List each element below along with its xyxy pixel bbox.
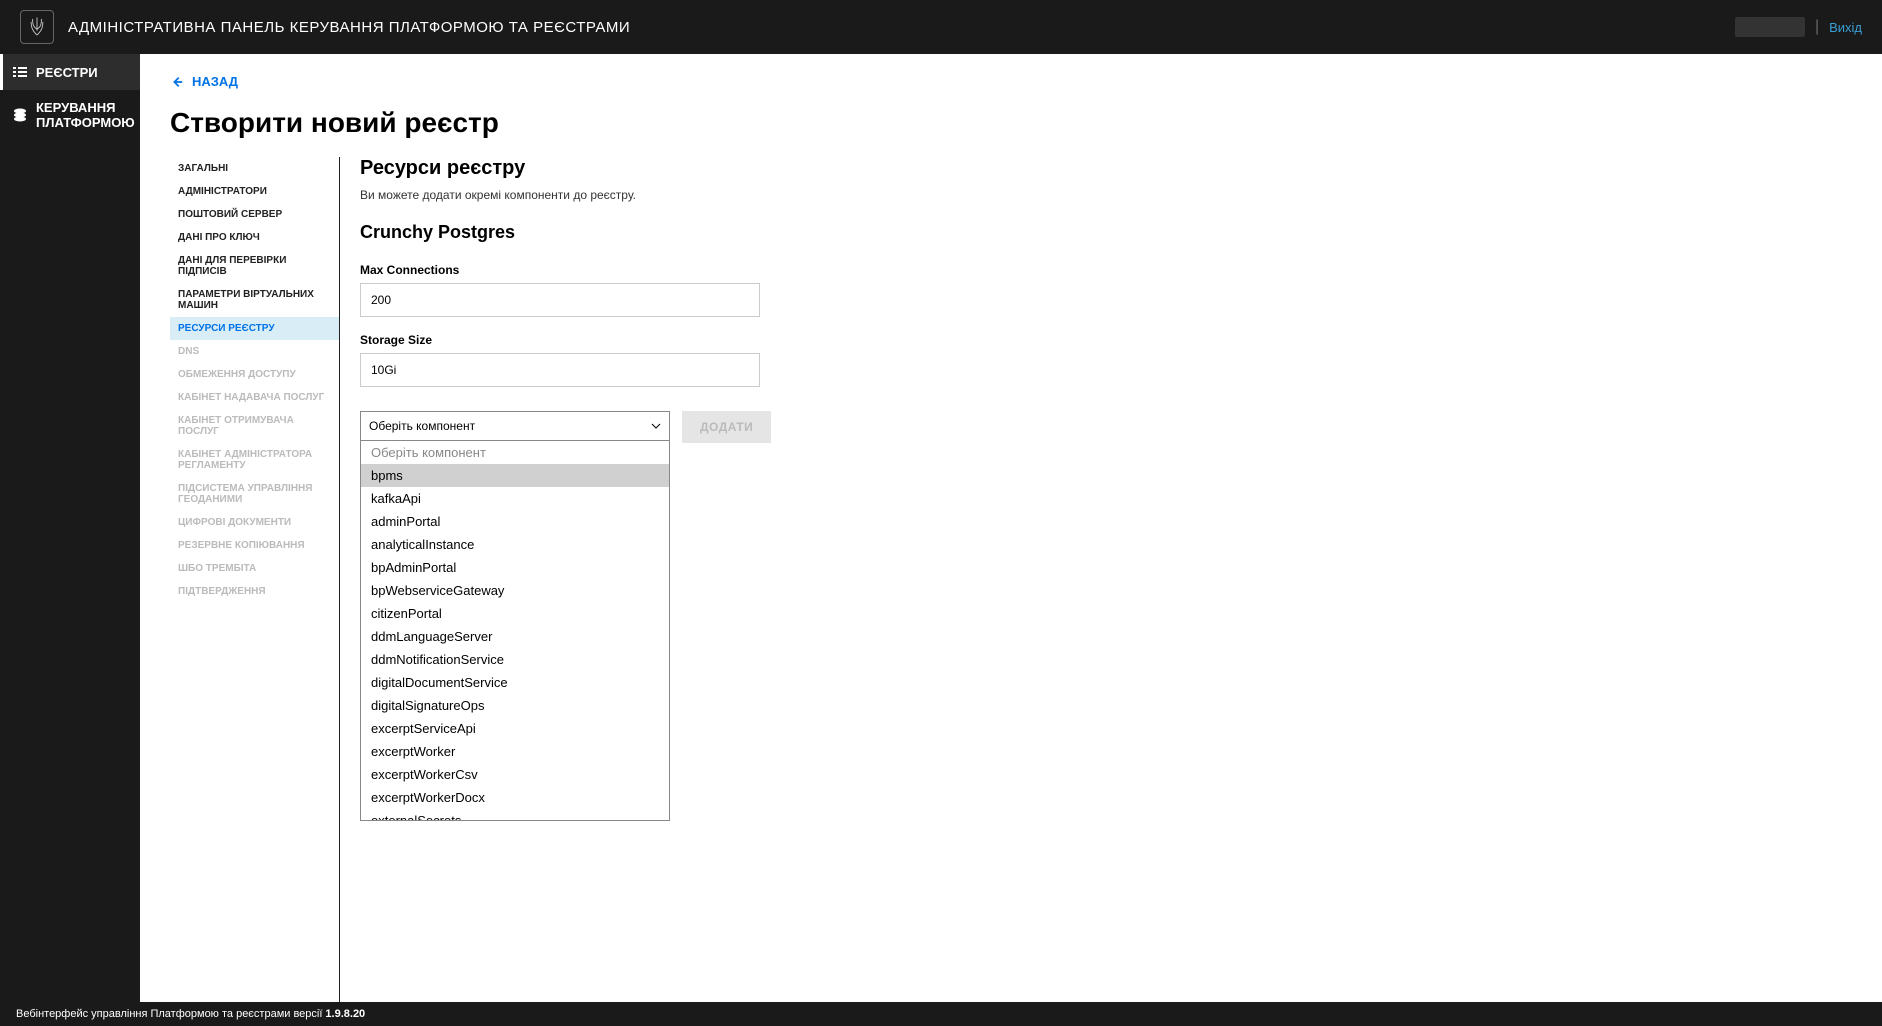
max-connections-label: Max Connections [360, 263, 1852, 277]
form-area: Ресурси реєстру Ви можете додати окремі … [360, 157, 1852, 1002]
step-item-1[interactable]: АДМІНІСТРАТОРИ [170, 180, 339, 203]
dropdown-option-analyticalInstance[interactable]: analyticalInstance [361, 533, 669, 556]
dropdown-option-adminPortal[interactable]: adminPortal [361, 510, 669, 533]
app-header: АДМІНІСТРАТИВНА ПАНЕЛЬ КЕРУВАННЯ ПЛАТФОР… [0, 0, 1882, 54]
storage-size-label: Storage Size [360, 333, 1852, 347]
step-item-13: ЦИФРОВІ ДОКУМЕНТИ [170, 511, 339, 534]
dropdown-option-digitalSignatureOps[interactable]: digitalSignatureOps [361, 694, 669, 717]
component-select[interactable]: Оберіть компонент [360, 411, 670, 441]
dropdown-option-digitalDocumentService[interactable]: digitalDocumentService [361, 671, 669, 694]
step-item-12: ПІДСИСТЕМА УПРАВЛІННЯ ГЕОДАНИМИ [170, 477, 339, 511]
back-label: НАЗАД [192, 74, 238, 89]
component-select-value: Оберіть компонент [369, 419, 475, 433]
header-left: АДМІНІСТРАТИВНА ПАНЕЛЬ КЕРУВАННЯ ПЛАТФОР… [20, 10, 630, 44]
step-item-2[interactable]: ПОШТОВИЙ СЕРВЕР [170, 203, 339, 226]
dropdown-option-excerptWorker[interactable]: excerptWorker [361, 740, 669, 763]
user-name-placeholder [1735, 17, 1805, 37]
step-item-8: ОБМЕЖЕННЯ ДОСТУПУ [170, 363, 339, 386]
section-title: Ресурси реєстру [360, 157, 1852, 180]
component-select-wrap: Оберіть компонент Оберіть компонентbpmsk… [360, 411, 670, 441]
step-item-4[interactable]: ДАНІ ДЛЯ ПЕРЕВІРКИ ПІДПИСІВ [170, 249, 339, 283]
dropdown-option-excerptServiceApi[interactable]: excerptServiceApi [361, 717, 669, 740]
dropdown-option-bpAdminPortal[interactable]: bpAdminPortal [361, 556, 669, 579]
sidebar: РЕЄСТРИ КЕРУВАННЯ ПЛАТФОРМОЮ [0, 54, 140, 1002]
dropdown-option-excerptWorkerDocx[interactable]: excerptWorkerDocx [361, 786, 669, 809]
step-item-10: КАБІНЕТ ОТРИМУВАЧА ПОСЛУГ [170, 409, 339, 443]
app-body: РЕЄСТРИ КЕРУВАННЯ ПЛАТФОРМОЮ НАЗАД Створи… [0, 54, 1882, 1002]
dropdown-placeholder: Оберіть компонент [361, 441, 669, 464]
section-desc: Ви можете додати окремі компоненти до ре… [360, 188, 1852, 202]
add-button[interactable]: ДОДАТИ [682, 411, 771, 443]
back-link[interactable]: НАЗАД [170, 74, 1852, 89]
step-item-7: DNS [170, 340, 339, 363]
step-item-3[interactable]: ДАНІ ПРО КЛЮЧ [170, 226, 339, 249]
step-item-11: КАБІНЕТ АДМІНІСТРАТОРА РЕГЛАМЕНТУ [170, 443, 339, 477]
dropdown-option-ddmNotificationService[interactable]: ddmNotificationService [361, 648, 669, 671]
wizard-steps: ЗАГАЛЬНІАДМІНІСТРАТОРИПОШТОВИЙ СЕРВЕРДАН… [170, 157, 340, 1002]
header-right: | Вихід [1735, 17, 1862, 37]
dropdown-option-externalSecrets[interactable]: externalSecrets [361, 809, 669, 821]
step-item-16: ПІДТВЕРДЖЕННЯ [170, 580, 339, 603]
divider: | [1815, 18, 1819, 36]
arrow-left-icon [170, 75, 184, 89]
sidebar-item-label: КЕРУВАННЯ ПЛАТФОРМОЮ [36, 100, 135, 130]
step-item-0[interactable]: ЗАГАЛЬНІ [170, 157, 339, 180]
step-item-9: КАБІНЕТ НАДАВАЧА ПОСЛУГ [170, 386, 339, 409]
step-item-6[interactable]: РЕСУРСИ РЕЄСТРУ [170, 317, 339, 340]
sidebar-item-0[interactable]: РЕЄСТРИ [0, 54, 140, 90]
storage-size-input[interactable] [360, 353, 760, 387]
max-connections-input[interactable] [360, 283, 760, 317]
dropdown-option-kafkaApi[interactable]: kafkaApi [361, 487, 669, 510]
step-item-5[interactable]: ПАРАМЕТРИ ВІРТУАЛЬНИХ МАШИН [170, 283, 339, 317]
sidebar-item-label: РЕЄСТРИ [36, 65, 98, 80]
main-content: НАЗАД Створити новий реєстр ЗАГАЛЬНІАДМІ… [140, 54, 1882, 1002]
subsection-title: Crunchy Postgres [360, 222, 1852, 243]
dropdown-option-bpWebserviceGateway[interactable]: bpWebserviceGateway [361, 579, 669, 602]
dropdown-option-bpms[interactable]: bpms [361, 464, 669, 487]
footer-version: 1.9.8.20 [325, 1008, 365, 1020]
footer-text: Вебінтерфейс управління Платформою та ре… [16, 1008, 322, 1020]
dropdown-option-ddmLanguageServer[interactable]: ddmLanguageServer [361, 625, 669, 648]
app-logo [20, 10, 54, 44]
component-dropdown[interactable]: Оберіть компонентbpmskafkaApiadminPortal… [360, 441, 670, 821]
chevron-down-icon [651, 421, 661, 431]
logout-link[interactable]: Вихід [1829, 20, 1862, 35]
dropdown-option-citizenPortal[interactable]: citizenPortal [361, 602, 669, 625]
list-icon [12, 64, 28, 80]
trident-icon [28, 16, 46, 38]
sidebar-item-1[interactable]: КЕРУВАННЯ ПЛАТФОРМОЮ [0, 90, 140, 140]
dropdown-option-excerptWorkerCsv[interactable]: excerptWorkerCsv [361, 763, 669, 786]
field-max-connections: Max Connections [360, 263, 1852, 317]
app-footer: Вебінтерфейс управління Платформою та ре… [0, 1002, 1882, 1026]
field-storage-size: Storage Size [360, 333, 1852, 387]
step-item-15: ШБО ТРЕМБІТА [170, 557, 339, 580]
app-title: АДМІНІСТРАТИВНА ПАНЕЛЬ КЕРУВАННЯ ПЛАТФОР… [68, 19, 630, 36]
page-title: Створити новий реєстр [170, 107, 1852, 139]
stack-icon [12, 107, 28, 123]
step-item-14: РЕЗЕРВНЕ КОПІЮВАННЯ [170, 534, 339, 557]
add-component-row: Оберіть компонент Оберіть компонентbpmsk… [360, 411, 1852, 443]
content-row: ЗАГАЛЬНІАДМІНІСТРАТОРИПОШТОВИЙ СЕРВЕРДАН… [170, 157, 1852, 1002]
